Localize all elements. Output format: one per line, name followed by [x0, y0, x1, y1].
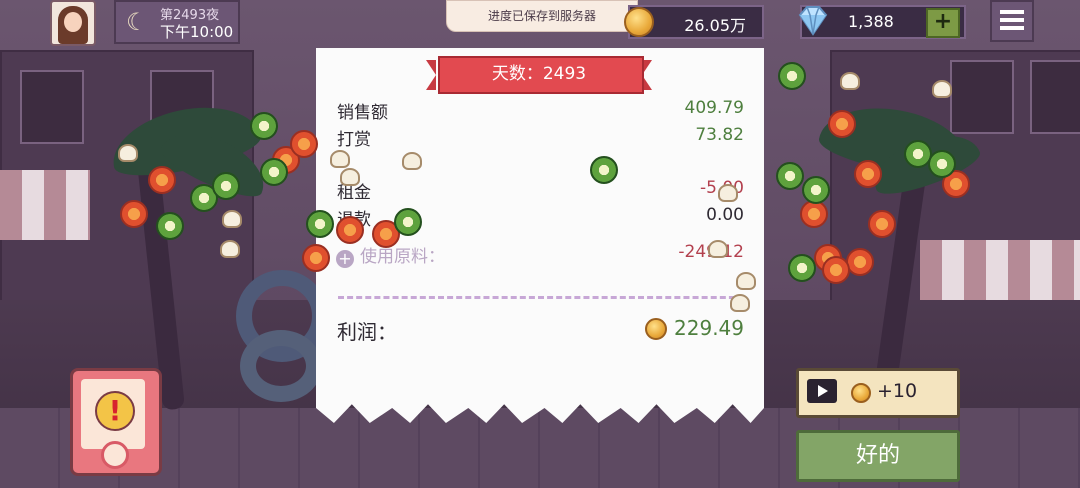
garlic-clove-icon	[840, 72, 860, 90]
garlic-clove-icon	[222, 210, 242, 228]
refund-value: 0.00	[706, 205, 744, 225]
ribbon-tail	[426, 60, 436, 90]
garlic-clove-icon	[718, 184, 738, 202]
tips-value: 73.82	[695, 125, 744, 145]
jalapeno-slice-icon	[778, 62, 806, 90]
jalapeno-slice-icon	[306, 210, 334, 238]
window	[20, 70, 84, 144]
tomato-slice-icon	[800, 200, 828, 228]
tomato-slice-icon	[290, 130, 318, 158]
garlic-clove-icon	[730, 294, 750, 312]
swim-ring	[240, 330, 322, 402]
garlic-clove-icon	[118, 144, 138, 162]
garlic-clove-icon	[340, 168, 360, 186]
coin-icon	[851, 383, 871, 403]
jalapeno-slice-icon	[260, 158, 288, 186]
jalapeno-slice-icon	[788, 254, 816, 282]
garlic-clove-icon	[330, 150, 350, 168]
hamburger-menu-icon[interactable]	[990, 0, 1034, 42]
coin-amount: 26.05万	[684, 16, 746, 35]
striped-awning	[0, 170, 90, 240]
tomato-slice-icon	[302, 244, 330, 272]
tomato-slice-icon	[120, 200, 148, 228]
alert-card-face: !	[81, 379, 145, 449]
save-toast: 进度已保存到服务器	[446, 0, 638, 32]
day-ribbon: 天数：2493	[426, 56, 652, 94]
day-time-panel: ☾ 第2493夜 下午10:00	[114, 0, 240, 44]
jalapeno-slice-icon	[394, 208, 422, 236]
tomato-slice-icon	[148, 166, 176, 194]
materials-label: 使用原料：	[360, 247, 445, 267]
window	[1030, 60, 1080, 134]
avatar-face	[64, 12, 82, 32]
jalapeno-slice-icon	[212, 172, 240, 200]
receipt-divider	[338, 296, 744, 299]
add-gems-button[interactable]: +	[926, 8, 960, 38]
video-play-icon	[807, 379, 837, 403]
jalapeno-slice-icon	[156, 212, 184, 240]
exclamation-icon: !	[95, 391, 135, 431]
menu-bar	[1000, 10, 1024, 14]
garlic-clove-icon	[220, 240, 240, 258]
ad-reward-amount: +10	[877, 380, 918, 402]
jalapeno-slice-icon	[250, 112, 278, 140]
gem-amount: 1,388	[848, 12, 894, 31]
receipt-title: 天数：2493	[491, 64, 587, 84]
profit-value: 229.49	[674, 316, 744, 340]
moon-icon: ☾	[126, 8, 148, 36]
expand-plus-icon[interactable]: +	[336, 250, 354, 268]
garlic-clove-icon	[736, 272, 756, 290]
clock-time: 下午10:00	[160, 23, 234, 41]
sales-label: 销售额	[337, 103, 388, 123]
window	[950, 60, 1014, 134]
ok-button[interactable]: 好的	[796, 430, 960, 482]
coin-icon	[624, 7, 654, 37]
tomato-slice-icon	[336, 216, 364, 244]
menu-bar	[1000, 26, 1024, 30]
coin-balance: 26.05万	[624, 5, 764, 39]
jalapeno-slice-icon	[802, 176, 830, 204]
tomato-slice-icon	[868, 210, 896, 238]
tomato-slice-icon	[828, 110, 856, 138]
alert-card-button[interactable]: !	[70, 368, 162, 476]
garlic-clove-icon	[402, 152, 422, 170]
card-dot	[101, 441, 129, 469]
jalapeno-slice-icon	[928, 150, 956, 178]
player-avatar[interactable]	[50, 0, 96, 46]
sales-value: 409.79	[684, 98, 744, 118]
garlic-clove-icon	[932, 80, 952, 98]
tomato-slice-icon	[822, 256, 850, 284]
garlic-clove-icon	[708, 240, 728, 258]
coin-icon	[645, 318, 667, 340]
jalapeno-slice-icon	[590, 156, 618, 184]
tomato-slice-icon	[846, 248, 874, 276]
gem-balance: 1,388 +	[798, 5, 966, 39]
tomato-slice-icon	[854, 160, 882, 188]
jalapeno-slice-icon	[776, 162, 804, 190]
watch-ad-reward-button[interactable]: +10	[796, 368, 960, 418]
menu-bar	[1000, 18, 1024, 22]
diamond-icon	[798, 6, 828, 36]
tips-label: 打赏	[337, 130, 371, 150]
profit-label: 利润：	[337, 320, 397, 344]
